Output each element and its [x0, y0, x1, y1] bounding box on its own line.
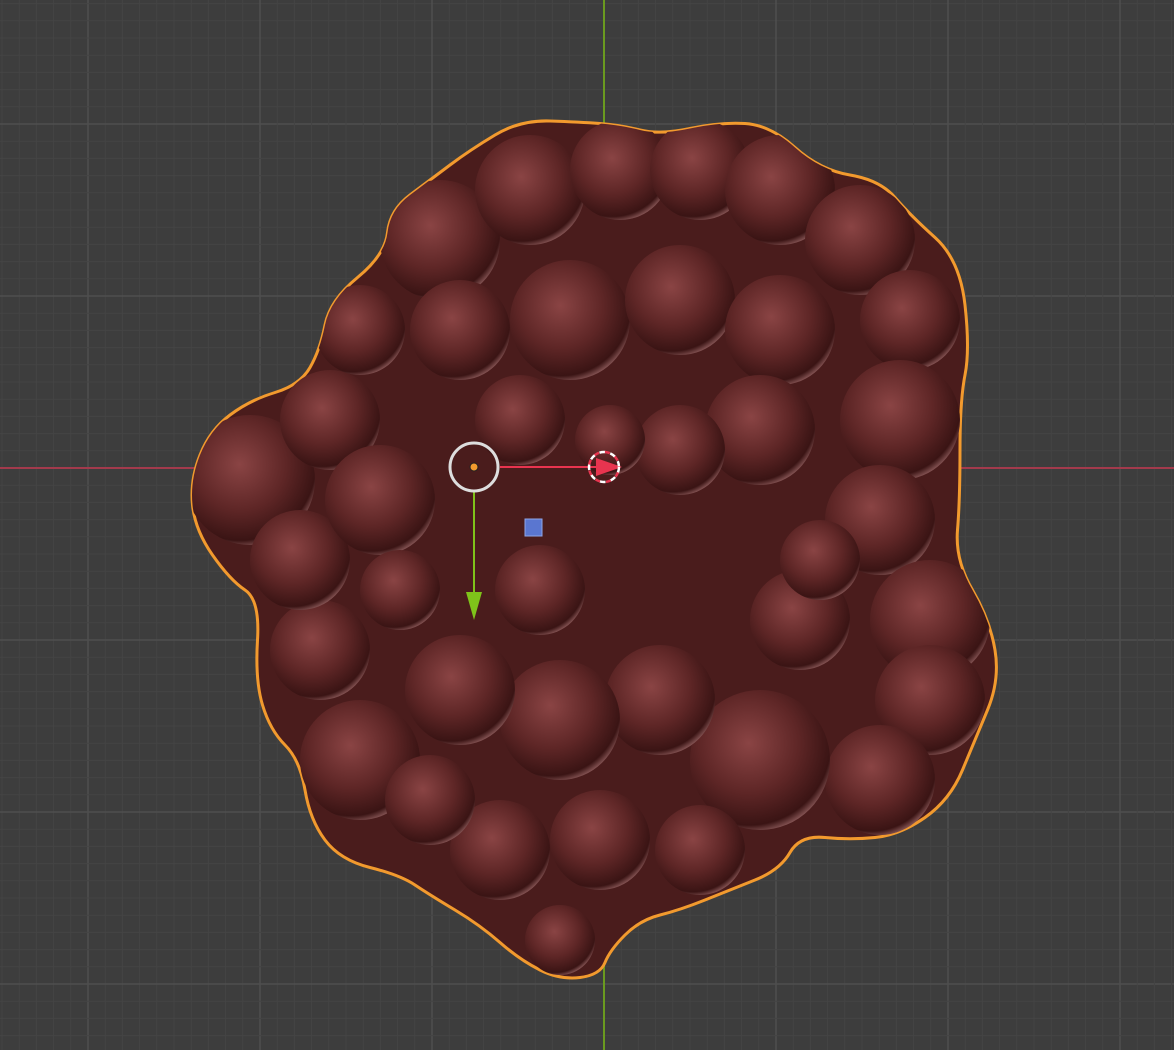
blob-object[interactable] [185, 119, 998, 980]
plane-handle-icon[interactable] [524, 518, 543, 537]
blob-bump [525, 905, 595, 975]
blob-bump [625, 245, 735, 355]
blob-bump [705, 375, 815, 485]
blob-bump [475, 375, 565, 465]
blob-bump [635, 405, 725, 495]
blob-bump [780, 520, 860, 600]
blob-bump [860, 270, 960, 370]
blob-bump [325, 445, 435, 555]
blob-bump [410, 280, 510, 380]
blob-bump [495, 545, 585, 635]
blob-bump [360, 550, 440, 630]
blob-bump [605, 645, 715, 755]
blob-bump [825, 725, 935, 835]
blob-bump [840, 360, 960, 480]
blob-bump [510, 260, 630, 380]
blob-bump [270, 600, 370, 700]
blob-bump [385, 755, 475, 845]
blob-bump [550, 790, 650, 890]
blob-bump [500, 660, 620, 780]
blob-bump [405, 635, 515, 745]
blob-bump [475, 135, 585, 245]
blob-bump [725, 275, 835, 385]
3d-viewport[interactable] [0, 0, 1174, 1050]
blob-bump [655, 805, 745, 895]
object-origin-icon [469, 462, 479, 472]
